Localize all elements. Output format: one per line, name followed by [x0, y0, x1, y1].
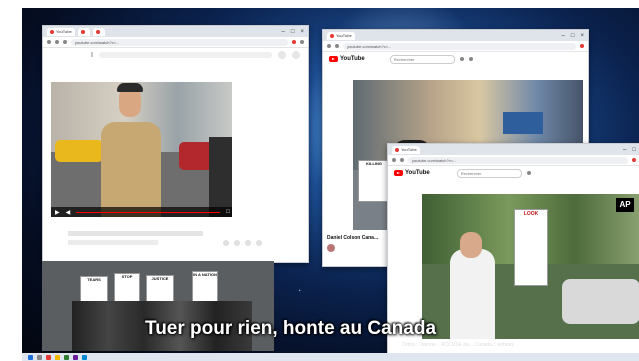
search-icon[interactable]: [526, 171, 531, 175]
folder-icon[interactable]: [55, 354, 60, 360]
channel-avatar[interactable]: [327, 244, 335, 252]
avatar-placeholder: [292, 51, 300, 59]
video-player[interactable]: ▶ ◀ □: [51, 82, 232, 217]
address-bar[interactable]: youtube.com/watch?v=...: [343, 42, 576, 50]
youtube-header: YouTube Rechercher: [323, 52, 588, 66]
forward-icon[interactable]: [55, 40, 59, 44]
tab-bar: YouTube – □: [388, 144, 639, 155]
address-bar-row: youtube.com/watch?v=...: [388, 155, 639, 166]
back-icon[interactable]: [47, 40, 51, 44]
close-icon[interactable]: ×: [580, 33, 584, 39]
window-controls: – □: [623, 147, 639, 153]
address-bar-row: youtube.com/watch?v=...: [323, 41, 588, 52]
woman: [450, 249, 495, 339]
search-placeholder-bar: [98, 52, 272, 58]
address-bar-row: youtube.com/watch?v=...: [43, 37, 308, 48]
person-right-edge: [209, 137, 232, 217]
search-icon[interactable]: [37, 354, 42, 360]
close-icon[interactable]: ×: [300, 29, 304, 35]
address-bar[interactable]: youtube.com/watch?v=...: [71, 38, 288, 46]
car: [562, 279, 639, 324]
youtube-play-icon: [394, 170, 403, 176]
extension-icon[interactable]: [580, 44, 584, 48]
youtube-tab-icon: [95, 29, 100, 34]
back-icon[interactable]: [392, 158, 396, 162]
youtube-tab-icon: [80, 29, 85, 34]
address-bar[interactable]: youtube.com/watch?v=...: [408, 156, 628, 164]
window-controls: – □ ×: [562, 33, 588, 39]
window3-bottom-text: Ordre... Interne... ACCUSE de... Canada.…: [402, 342, 515, 348]
video-meta-placeholder: [68, 240, 158, 245]
start-icon[interactable]: [28, 354, 33, 360]
app-icon[interactable]: [82, 354, 87, 360]
youtube-logo[interactable]: YouTube: [394, 170, 430, 176]
app-icon[interactable]: [73, 354, 78, 360]
forward-icon[interactable]: [400, 158, 404, 162]
extension-icon[interactable]: [292, 40, 296, 44]
reload-icon[interactable]: [63, 40, 67, 44]
youtube-tab-icon: [395, 147, 399, 152]
back-icon[interactable]: [327, 44, 331, 48]
player-controls: ▶ ◀ □: [51, 207, 232, 217]
ap-badge: AP: [616, 198, 634, 212]
browser-icon[interactable]: [46, 354, 51, 360]
protest-sign: IN A NATION: [192, 271, 218, 303]
browser-tab[interactable]: YouTube: [47, 27, 75, 36]
extension-icon[interactable]: [632, 158, 636, 162]
video-title-placeholder: [68, 231, 203, 236]
desktop: YouTube – □ × youtube.com/watch?v=... I: [22, 8, 639, 361]
person-cap: [117, 83, 143, 92]
window-controls: – □ ×: [282, 29, 308, 35]
protest-sign: KILLING: [358, 160, 390, 202]
browser-window-1[interactable]: YouTube – □ × youtube.com/watch?v=... I: [42, 25, 309, 263]
volume-icon[interactable]: ◀: [66, 209, 71, 216]
search-icon[interactable]: [459, 57, 464, 61]
tab-bar: YouTube – □ ×: [43, 26, 308, 37]
browser-tab[interactable]: [77, 27, 90, 36]
youtube-logo[interactable]: YouTube: [329, 56, 365, 62]
youtube-tab-icon: [50, 29, 54, 34]
progress-bar[interactable]: [76, 211, 221, 213]
video-subtitle-caption: Tuer pour rien, honte au Canada: [145, 318, 437, 339]
maximize-icon[interactable]: □: [571, 33, 575, 39]
minimize-icon[interactable]: –: [562, 33, 565, 39]
browser-tab[interactable]: YouTube: [392, 145, 420, 154]
yellow-taxi: [55, 140, 103, 162]
person-coat: [101, 122, 161, 217]
text-cursor-icon: I: [91, 51, 93, 59]
youtube-play-icon: [329, 56, 338, 62]
maximize-icon[interactable]: □: [291, 29, 295, 35]
taskbar: [22, 353, 639, 361]
forward-icon[interactable]: [335, 44, 339, 48]
action-placeholders: [223, 240, 262, 246]
avatar-placeholder: [278, 51, 286, 59]
youtube-header: YouTube Rechercher: [388, 166, 639, 180]
video-player[interactable]: LOOK AP: [422, 194, 639, 339]
minimize-icon[interactable]: –: [282, 29, 285, 35]
channel-name[interactable]: Daniel Colson Cana...: [327, 235, 378, 241]
woman-head: [460, 232, 482, 258]
play-icon[interactable]: ▶: [55, 209, 60, 216]
bus: [503, 112, 543, 134]
app-icon[interactable]: [64, 354, 69, 360]
protest-sign: LOOK: [514, 209, 548, 286]
mic-icon[interactable]: [468, 57, 473, 61]
browser-tab[interactable]: YouTube: [327, 31, 355, 40]
fullscreen-icon[interactable]: □: [226, 209, 230, 215]
search-input[interactable]: Rechercher: [389, 54, 455, 64]
maximize-icon[interactable]: □: [632, 147, 636, 153]
youtube-header-placeholder: I: [43, 48, 308, 62]
minimize-icon[interactable]: –: [623, 147, 626, 153]
browser-tab[interactable]: [92, 27, 105, 36]
youtube-tab-icon: [330, 33, 334, 38]
menu-icon[interactable]: [300, 40, 304, 44]
search-input[interactable]: Rechercher: [456, 168, 522, 178]
tab-bar: YouTube – □ ×: [323, 30, 588, 41]
